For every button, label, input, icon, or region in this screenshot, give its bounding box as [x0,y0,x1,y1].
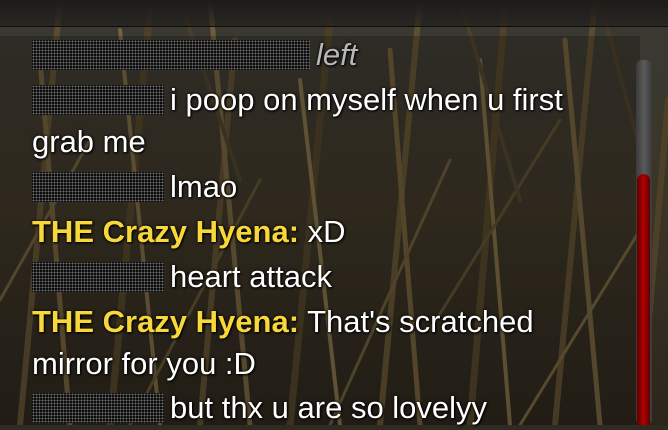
chat-message: THE Crazy Hyena: That's scratched [32,300,632,344]
redacted-username [32,172,164,202]
player-name[interactable]: THE Crazy Hyena: [32,214,299,249]
message-text: i poop on myself when u first [170,82,563,117]
player-name[interactable]: THE Crazy Hyena: [32,304,299,339]
chat-message: lmao [32,165,632,209]
system-message-text: left [316,37,358,72]
chat-message: heart attack [32,255,632,299]
message-text: That's scratched [307,304,534,339]
redacted-username [32,85,164,115]
message-text: but thx u are so lovelyy [170,390,488,425]
chat-message-continuation: grab me [32,120,632,164]
redacted-username [32,40,310,70]
chat-message-continuation: mirror for you :D [32,342,632,386]
message-text: mirror for you :D [32,346,256,381]
chat-message-system: left [32,33,632,77]
chat-message: THE Crazy Hyena: xD [32,210,632,254]
top-bar [0,0,668,27]
chat-message: but thx u are so lovelyy [32,386,632,430]
chat-scrollbar-thumb[interactable] [637,174,650,425]
message-text: lmao [170,169,238,204]
redacted-username [32,393,164,423]
message-text: xD [307,214,346,249]
redacted-username [32,262,164,292]
message-text: grab me [32,124,146,159]
chat-message: i poop on myself when u first [32,78,632,122]
message-text: heart attack [170,259,332,294]
